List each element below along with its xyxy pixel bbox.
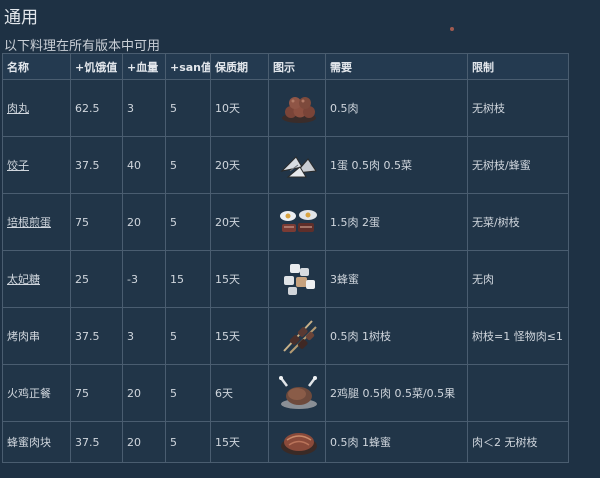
requires-cell: 0.5肉 1蜂蜜 — [325, 421, 468, 463]
table-header: 名称 +饥饿值 +血量 +san值 保质期 图示 需要 限制 — [2, 53, 569, 80]
restrictions-cell: 肉＜2 无树枝 — [467, 421, 569, 463]
health-cell: 20 — [122, 421, 166, 463]
column-header-sanity: +san值 — [165, 53, 211, 80]
turkey-dinner-icon — [279, 376, 317, 409]
column-header-name: 名称 — [2, 53, 71, 80]
hunger-cell: 62.5 — [70, 79, 123, 137]
sanity-cell: 15 — [165, 250, 211, 308]
name-cell: 培根煎蛋 — [2, 193, 71, 251]
shelf-life-cell: 15天 — [210, 421, 269, 463]
image-cell — [268, 79, 326, 137]
sanity-cell: 5 — [165, 307, 211, 365]
image-cell — [268, 307, 326, 365]
table-row: 饺子 37.5 40 5 20天 1蛋 0.5肉 0.5菜 无树枝/蜂蜜 — [2, 136, 569, 194]
shelf-life-cell: 20天 — [210, 136, 269, 194]
page: 通用 以下料理在所有版本中可用 名称 +饥饿值 +血量 +san值 保质期 图示… — [0, 0, 600, 478]
restrictions-cell: 无肉 — [467, 250, 569, 308]
shelf-life-cell: 20天 — [210, 193, 269, 251]
hunger-cell: 25 — [70, 250, 123, 308]
health-cell: 20 — [122, 364, 166, 422]
requires-cell: 0.5肉 1树枝 — [325, 307, 468, 365]
restrictions-cell — [467, 364, 569, 422]
name-cell: 饺子 — [2, 136, 71, 194]
name-cell: 烤肉串 — [2, 307, 71, 365]
column-header-restrictions: 限制 — [467, 53, 569, 80]
health-cell: 3 — [122, 79, 166, 137]
health-cell: 20 — [122, 193, 166, 251]
requires-cell: 2鸡腿 0.5肉 0.5菜/0.5果 — [325, 364, 468, 422]
sanity-cell: 5 — [165, 136, 211, 194]
image-cell — [268, 364, 326, 422]
column-header-hunger: +饥饿值 — [70, 53, 123, 80]
name-cell: 蜂蜜肉块 — [2, 421, 71, 463]
section-title: 通用 — [4, 8, 38, 28]
hunger-cell: 37.5 — [70, 421, 123, 463]
meatballs-icon — [282, 97, 316, 123]
column-header-health: +血量 — [122, 53, 166, 80]
table-row: 火鸡正餐 75 20 5 6天 2鸡腿 0.5肉 0.5菜/0.5果 — [2, 364, 569, 422]
hunger-cell: 75 — [70, 193, 123, 251]
food-name-link[interactable]: 饺子 — [7, 159, 29, 172]
name-cell: 肉丸 — [2, 79, 71, 137]
image-cell — [268, 250, 326, 308]
hunger-cell: 75 — [70, 364, 123, 422]
requires-cell: 1蛋 0.5肉 0.5菜 — [325, 136, 468, 194]
health-cell: 40 — [122, 136, 166, 194]
column-header-shelf-life: 保质期 — [210, 53, 269, 80]
recipe-table: 名称 +饥饿值 +血量 +san值 保质期 图示 需要 限制 肉丸 62.5 3… — [2, 53, 569, 463]
honey-ham-icon — [281, 433, 317, 455]
table-row: 培根煎蛋 75 20 5 20天 1.5肉 2蛋 无菜/树枝 — [2, 193, 569, 251]
taffy-icon — [284, 264, 315, 295]
requires-cell: 1.5肉 2蛋 — [325, 193, 468, 251]
section-subtitle: 以下料理在所有版本中可用 — [4, 39, 161, 54]
shelf-life-cell: 15天 — [210, 307, 269, 365]
table-row: 蜂蜜肉块 37.5 20 5 15天 0.5肉 1蜂蜜 肉＜2 无树枝 — [2, 421, 569, 463]
shelf-life-cell: 6天 — [210, 364, 269, 422]
requires-cell: 0.5肉 — [325, 79, 468, 137]
shelf-life-cell: 15天 — [210, 250, 269, 308]
sanity-cell: 5 — [165, 421, 211, 463]
table-row: 烤肉串 37.5 3 5 15天 0.5肉 1树枝 树枝=1 怪物肉≤1 — [2, 307, 569, 365]
image-cell — [268, 193, 326, 251]
restrictions-cell: 无菜/树枝 — [467, 193, 569, 251]
pierogi-icon — [280, 156, 317, 178]
table-body: 肉丸 62.5 3 5 10天 0.5肉 无树枝 饺子 37.5 40 5 20… — [2, 79, 569, 463]
decorative-dot — [450, 27, 454, 31]
shelf-life-cell: 10天 — [210, 79, 269, 137]
table-row: 太妃糖 25 -3 15 15天 3蜂蜜 无肉 — [2, 250, 569, 308]
restrictions-cell: 无树枝 — [467, 79, 569, 137]
table-row: 肉丸 62.5 3 5 10天 0.5肉 无树枝 — [2, 79, 569, 137]
health-cell: 3 — [122, 307, 166, 365]
food-name-link[interactable]: 肉丸 — [7, 102, 29, 115]
column-header-requires: 需要 — [325, 53, 468, 80]
bacon-eggs-icon — [280, 210, 317, 232]
food-name-link[interactable]: 太妃糖 — [7, 273, 40, 286]
name-cell: 太妃糖 — [2, 250, 71, 308]
restrictions-cell: 无树枝/蜂蜜 — [467, 136, 569, 194]
restrictions-cell: 树枝=1 怪物肉≤1 — [467, 307, 569, 365]
food-name-link[interactable]: 培根煎蛋 — [7, 216, 51, 229]
health-cell: -3 — [122, 250, 166, 308]
header-row: 名称 +饥饿值 +血量 +san值 保质期 图示 需要 限制 — [2, 53, 569, 80]
column-header-image: 图示 — [268, 53, 326, 80]
image-cell — [268, 421, 326, 463]
hunger-cell: 37.5 — [70, 136, 123, 194]
sanity-cell: 5 — [165, 364, 211, 422]
sanity-cell: 5 — [165, 193, 211, 251]
name-cell: 火鸡正餐 — [2, 364, 71, 422]
image-cell — [268, 136, 326, 194]
requires-cell: 3蜂蜜 — [325, 250, 468, 308]
sanity-cell: 5 — [165, 79, 211, 137]
kabobs-icon — [283, 320, 317, 354]
hunger-cell: 37.5 — [70, 307, 123, 365]
